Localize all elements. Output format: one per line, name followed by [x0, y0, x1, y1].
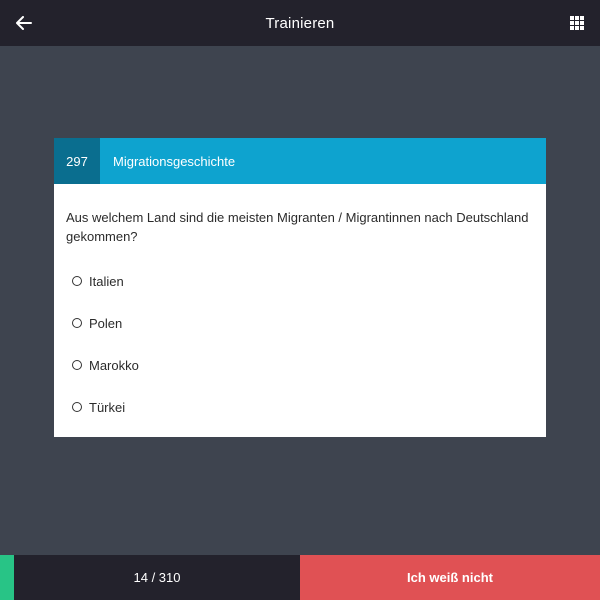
radio-icon[interactable] — [72, 402, 82, 412]
grid-icon-dot — [580, 21, 584, 25]
page-title: Trainieren — [265, 14, 335, 32]
bottom-bar: 14 / 310 Ich weiß nicht — [0, 555, 600, 600]
radio-icon[interactable] — [72, 360, 82, 370]
answer-label: Polen — [89, 315, 123, 331]
answer-option[interactable]: Italien — [66, 260, 534, 302]
dont-know-button[interactable]: Ich weiß nicht — [300, 555, 600, 600]
grid-icon-dot — [570, 26, 574, 30]
grid-menu-button[interactable] — [568, 14, 586, 32]
question-text: Aus welchem Land sind die meisten Migran… — [66, 210, 529, 244]
top-bar: Trainieren — [0, 0, 600, 46]
progress-indicator — [0, 555, 14, 600]
answer-label: Italien — [89, 273, 124, 289]
arrow-left-icon — [16, 16, 32, 30]
answer-option[interactable]: Polen — [66, 302, 534, 344]
grid-icon-dot — [580, 16, 584, 20]
grid-icon-dot — [570, 21, 574, 25]
grid-icon-dot — [575, 21, 579, 25]
question-card: 297 Migrationsgeschichte Aus welchem Lan… — [54, 138, 546, 437]
progress-counter: 14 / 310 — [14, 555, 300, 600]
grid-icon-dot — [575, 16, 579, 20]
answer-option[interactable]: Türkei — [66, 386, 534, 428]
answer-option[interactable]: Marokko — [66, 344, 534, 386]
back-button[interactable] — [12, 11, 36, 35]
answer-label: Marokko — [89, 357, 139, 373]
answer-options: Italien Polen Marokko Türkei — [54, 260, 546, 428]
grid-icon-dot — [580, 26, 584, 30]
radio-icon[interactable] — [72, 276, 82, 286]
question-header: 297 Migrationsgeschichte — [54, 138, 546, 184]
grid-icon-dot — [575, 26, 579, 30]
answer-label: Türkei — [89, 399, 126, 415]
question-category: Migrationsgeschichte — [113, 153, 236, 169]
grid-icon — [570, 16, 574, 20]
question-number: 297 — [54, 138, 100, 184]
radio-icon[interactable] — [72, 318, 82, 328]
